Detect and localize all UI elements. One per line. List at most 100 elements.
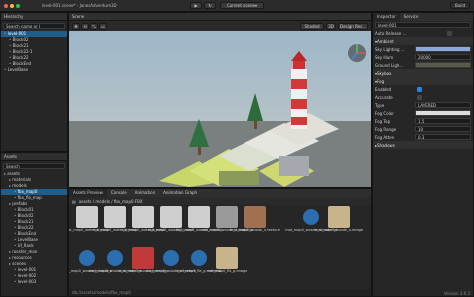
bottom-tab[interactable]: Animation — [131, 189, 159, 197]
shadows-title: Shadows — [377, 142, 395, 148]
build-button[interactable]: Build — [450, 2, 470, 9]
assets-panel: Assets Search ▸ assets ▸ materials ▸ model… — [0, 152, 68, 297]
asset-thumbnail — [160, 206, 182, 228]
tree-item-label: BlockEnd — [17, 231, 37, 236]
rotate-icon: ⟲ — [83, 23, 87, 29]
play-icon: ▶ — [194, 3, 198, 8]
property-checkbox[interactable] — [417, 86, 422, 92]
hierarchy-search-input[interactable]: Search name or l — [3, 23, 65, 29]
camera-label: Design Res... — [339, 23, 367, 29]
ambient-section-header[interactable]: ▾ Ambient — [373, 37, 473, 45]
asset-tile[interactable]: mat_map0_woode_n.texture — [230, 206, 280, 243]
status-bar: db://assets/models/fbx_map0 — [69, 289, 371, 296]
tree-item-label: level-003 — [17, 279, 37, 284]
property-field[interactable]: 10 — [415, 126, 471, 132]
folder-icon: ▤ — [72, 198, 76, 204]
window-title: level-001.scene* - JanesAdventure3D — [42, 3, 117, 8]
bottom-tab-bar: Assets Preview Console Animation Animation … — [69, 189, 371, 197]
property-value: 0.3 — [418, 135, 425, 140]
tree-item[interactable]: • level-003 — [1, 279, 67, 285]
inspector-tabs: Inspector Service — [373, 13, 473, 21]
tree-item-label: Block02 — [12, 37, 29, 42]
asset-tile-grid: mat_map0_water_s.mesh mat_map0_water_s.me… — [69, 205, 371, 289]
property-field[interactable]: 20000 — [415, 54, 471, 60]
property-field[interactable] — [415, 110, 471, 116]
property-checkbox[interactable] — [417, 94, 422, 100]
inspector-panel: Inspector Service level-001 Auto Release… — [372, 12, 474, 297]
asset-path-bar: ▤ assets / models / fbx_map0.FBX — [69, 197, 371, 205]
property-label: Ground Ligh... — [375, 62, 404, 68]
property-field[interactable] — [415, 46, 471, 52]
asset-tile[interactable]: mat_map0_fla_g.image — [207, 247, 247, 284]
scene-switch-dropdown[interactable]: Current scene ▾ — [220, 2, 264, 9]
scale-icon: ⤡ — [92, 23, 96, 29]
asset-type-icon — [107, 250, 123, 266]
rotate-tool-button[interactable]: ⟲ — [81, 22, 89, 30]
tree-item-label: BlockEnd — [12, 61, 32, 66]
tab-inspector[interactable]: Inspector — [373, 13, 400, 21]
property-label: Fog Color — [375, 110, 394, 116]
asset-thumbnail — [188, 206, 210, 228]
property-field[interactable]: LAYERED — [415, 102, 471, 108]
property-field[interactable]: 1.5 — [415, 118, 471, 124]
node-name-field[interactable]: level-001 — [375, 22, 471, 28]
tree-item-label: scenes — [12, 261, 27, 266]
refresh-button[interactable]: ↻ — [204, 2, 216, 9]
minimize-window-button[interactable] — [10, 3, 14, 8]
bottom-tab[interactable]: Console — [107, 189, 131, 197]
asset-thumbnail — [216, 247, 238, 269]
close-window-button[interactable] — [4, 3, 8, 8]
fog-section-header[interactable]: ▾ Fog — [373, 77, 473, 85]
scale-tool-button[interactable]: ⤡ — [90, 22, 98, 30]
scene-title: Scene — [72, 14, 85, 19]
asset-tile[interactable]: mat_map0_woode_n.image — [315, 206, 363, 243]
auto-release-label: Auto Release ... — [375, 30, 407, 36]
tree-item-label: rooster_man — [12, 249, 38, 254]
hierarchy-title: Hierarchy — [4, 14, 24, 19]
refresh-icon: ↻ — [208, 3, 212, 8]
tree-item-label: assets — [7, 171, 21, 176]
view-3d-button[interactable]: 3D — [326, 22, 336, 30]
hierarchy-search-placeholder: Search name or l — [6, 24, 41, 29]
window-controls — [4, 3, 22, 8]
scene-viewport[interactable]: EnabledEnv Lighting ...HEMISPHERE_DIFFUS… — [69, 31, 371, 187]
property-row: Fog Atten 0.3 — [373, 133, 473, 141]
property-label: Sky Illum — [375, 54, 394, 60]
property-field[interactable]: 0.3 — [415, 134, 471, 140]
shading-label: Shaded — [304, 23, 320, 29]
move-tool-button[interactable]: ✥ — [72, 22, 80, 30]
assets-search-input[interactable]: Search — [3, 163, 65, 169]
property-row: Fog Range 10 — [373, 125, 473, 133]
status-path: db://assets/models/fbx_map0 — [72, 290, 131, 295]
tree-item-label: Block21 — [12, 43, 29, 48]
lighthouse — [291, 51, 307, 129]
camera-dropdown[interactable]: Design Res... — [338, 22, 368, 30]
tree-item-label: level-001 — [17, 267, 37, 272]
tree-item-label: fbx_flo_map — [17, 195, 42, 200]
tree-item-label: level-001 — [7, 31, 27, 36]
shadows-section-header[interactable]: ▸ Shadows — [373, 141, 473, 149]
asset-type-icon — [163, 250, 179, 266]
asset-type-icon — [303, 209, 319, 225]
tree-item[interactable]: • LevelBase — [1, 67, 67, 73]
view-gizmo[interactable] — [348, 44, 366, 62]
ambient-title: Ambient — [377, 38, 394, 44]
property-field[interactable] — [415, 62, 471, 68]
bottom-panel: Assets Preview Console Animation Animation … — [68, 188, 372, 297]
tab-service[interactable]: Service — [400, 13, 423, 21]
auto-release-row: Auto Release ... — [373, 29, 473, 37]
scene-tab[interactable]: Scene — [69, 13, 371, 21]
bottom-tab[interactable]: Animation Graph — [159, 189, 201, 197]
rect-tool-button[interactable]: ▭ — [99, 22, 107, 30]
maximize-window-button[interactable] — [16, 3, 20, 8]
build-label: Build — [454, 3, 466, 8]
property-row: Fog Top 1.5 — [373, 117, 473, 125]
property-label: Fog Top — [375, 118, 391, 124]
play-button[interactable]: ▶ — [190, 2, 202, 9]
skybox-section-header[interactable]: ▾ Skybox — [373, 69, 473, 77]
property-label: Sky Lighting ... — [375, 46, 405, 52]
shading-dropdown[interactable]: Shaded — [300, 22, 324, 30]
asset-thumbnail — [216, 206, 238, 228]
bottom-tab[interactable]: Assets Preview — [69, 189, 107, 197]
auto-release-checkbox[interactable] — [447, 30, 452, 36]
